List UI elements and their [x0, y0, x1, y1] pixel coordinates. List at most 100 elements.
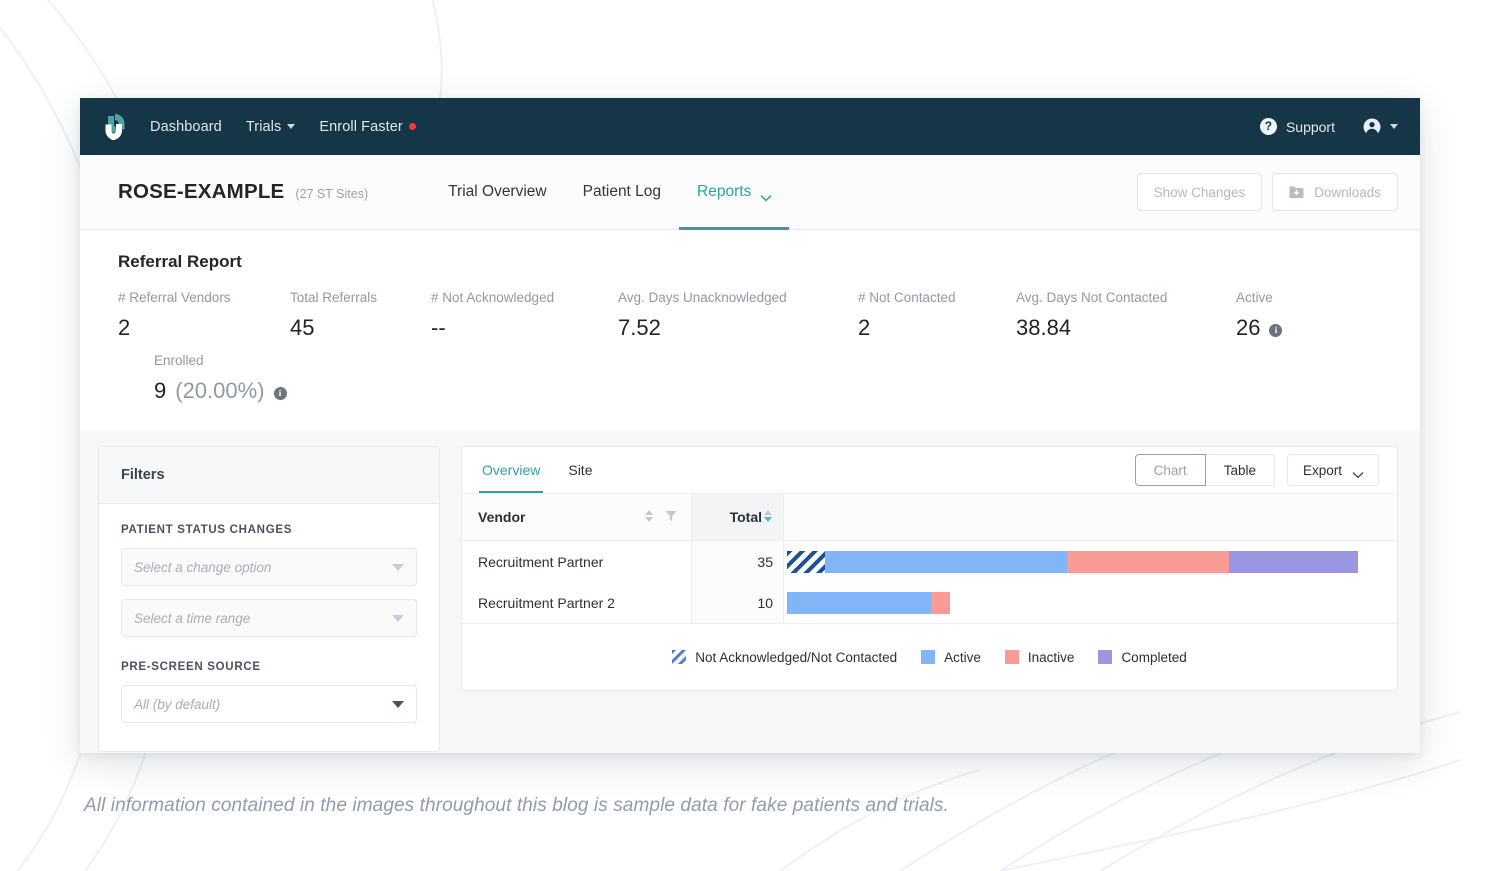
page-caption: All information contained in the images … [84, 795, 949, 816]
table-row[interactable]: Recruitment Partner 2 10 [462, 582, 1397, 623]
filters-panel: Filters PATIENT STATUS CHANGES Select a … [98, 446, 440, 752]
metrics-summary-section: Referral Report # Referral Vendors 2 Tot… [80, 230, 1420, 430]
metric-not-acknowledged-label: # Not Acknowledged [431, 290, 555, 305]
tab-trial-overview-label: Trial Overview [448, 183, 547, 200]
info-icon[interactable]: i [273, 386, 287, 400]
nav-link-dashboard[interactable]: Dashboard [150, 119, 222, 135]
chevron-down-icon [392, 700, 404, 708]
metric-enrolled-value: 9 [154, 378, 167, 403]
bar-segment-active[interactable] [787, 591, 931, 614]
company-logo-icon[interactable] [98, 110, 132, 144]
view-toggle-group: Chart Table [1134, 454, 1275, 486]
metric-active-label: Active [1236, 290, 1273, 305]
filter-funnel-icon[interactable] [665, 509, 677, 525]
tab-overview[interactable]: Overview [479, 447, 544, 493]
legend-swatch-hatched-icon [672, 650, 687, 664]
legend-label-active: Active [944, 649, 981, 665]
tab-patient-log-label: Patient Log [582, 183, 662, 200]
tab-trial-overview[interactable]: Trial Overview [430, 155, 564, 230]
download-icon [1289, 185, 1304, 199]
nav-link-trials[interactable]: Trials [246, 119, 296, 135]
help-question-icon: ? [1259, 118, 1277, 135]
filters-panel-body: PATIENT STATUS CHANGES Select a change o… [99, 504, 439, 753]
change-option-select[interactable]: Select a change option [121, 548, 417, 586]
view-toggle-chart[interactable]: Chart [1134, 454, 1206, 486]
filters-panel-title: Filters [99, 447, 439, 504]
pre-screen-source-select[interactable]: All (by default) [121, 685, 417, 723]
tab-overview-label: Overview [482, 462, 541, 478]
chart-legend: Not Acknowledged/Not Contacted Active In… [462, 623, 1397, 690]
bar-segment-inactive[interactable] [1067, 550, 1229, 573]
trial-sub-header: ROSE-EXAMPLE (27 ST Sites) Trial Overvie… [80, 155, 1420, 230]
bar-segment-not-acknowledged[interactable] [787, 550, 825, 573]
table-row[interactable]: Recruitment Partner 35 [462, 541, 1397, 582]
section-tabs: Trial Overview Patient Log Reports [430, 155, 790, 230]
metric-total-referrals: Total Referrals 45 [290, 290, 431, 341]
nav-link-enroll-faster-label: Enroll Faster [319, 118, 403, 135]
info-icon[interactable]: i [1269, 323, 1283, 337]
nav-link-enroll-faster[interactable]: Enroll Faster [319, 119, 416, 135]
tab-patient-log[interactable]: Patient Log [565, 155, 679, 230]
cell-total-value: 35 [692, 541, 784, 582]
metric-active: Active 26 i [1236, 290, 1356, 341]
legend-item-completed[interactable]: Completed [1098, 649, 1187, 665]
export-chevron-down-icon [1352, 467, 1364, 478]
metric-referral-vendors-label: # Referral Vendors [118, 290, 231, 305]
metric-referral-vendors-value: 2 [118, 315, 131, 340]
metric-referral-vendors: # Referral Vendors 2 [118, 290, 290, 341]
view-toggle-chart-label: Chart [1153, 462, 1187, 478]
column-header-vendor-label: Vendor [478, 509, 526, 525]
bar-segment-active[interactable] [825, 550, 1067, 573]
column-header-total[interactable]: Total [692, 494, 784, 540]
show-changes-button[interactable]: Show Changes [1136, 173, 1263, 211]
time-range-select[interactable]: Select a time range [121, 599, 417, 637]
downloads-button[interactable]: Downloads [1272, 173, 1398, 211]
legend-item-not-acknowledged[interactable]: Not Acknowledged/Not Contacted [672, 650, 897, 665]
chart-toolbar-right: Chart Table Export [1134, 447, 1379, 493]
metric-total-referrals-value: 45 [290, 315, 315, 340]
support-button[interactable]: ? Support [1259, 118, 1335, 135]
metric-enrolled: Enrolled 9 (20.00%) i [154, 353, 287, 404]
bar-segment-completed[interactable] [1229, 550, 1358, 573]
metric-avg-days-unacknowledged-label: Avg. Days Unacknowledged [618, 290, 787, 305]
vendor-header-icons [644, 509, 677, 526]
legend-swatch-active-icon [921, 650, 936, 664]
cell-vendor-name: Recruitment Partner 2 [462, 582, 692, 623]
legend-label-inactive: Inactive [1027, 649, 1075, 665]
legend-label-completed: Completed [1121, 649, 1187, 665]
export-button[interactable]: Export [1286, 454, 1379, 486]
time-range-select-value: Select a time range [134, 610, 251, 626]
account-menu-button[interactable] [1363, 118, 1398, 136]
nav-link-dashboard-label: Dashboard [150, 118, 222, 135]
bar-segment-inactive[interactable] [931, 591, 950, 614]
metric-active-value-wrap: 26 i [1236, 315, 1356, 341]
cell-stacked-bar [784, 541, 1397, 582]
sort-icon[interactable] [644, 509, 654, 526]
chart-table-header: Vendor Total [462, 494, 1397, 541]
top-navigation-bar: Dashboard Trials Enroll Faster ? Support [80, 98, 1420, 155]
legend-item-inactive[interactable]: Inactive [1004, 649, 1075, 665]
view-toggle-table-label: Table [1223, 462, 1256, 478]
export-label: Export [1302, 462, 1342, 478]
lower-content-area: Filters PATIENT STATUS CHANGES Select a … [80, 430, 1420, 753]
change-option-select-value: Select a change option [134, 559, 272, 575]
column-header-chart-area [784, 494, 1397, 540]
stacked-bar [787, 591, 950, 614]
top-nav-right-actions: ? Support [1259, 118, 1420, 136]
tab-reports[interactable]: Reports [679, 155, 790, 230]
view-toggle-table[interactable]: Table [1205, 454, 1275, 486]
column-header-vendor[interactable]: Vendor [462, 494, 692, 540]
chevron-down-icon [392, 614, 404, 622]
chevron-down-icon [392, 563, 404, 571]
legend-item-active[interactable]: Active [921, 650, 981, 665]
chevron-down-icon [287, 124, 296, 129]
metric-enrolled-label: Enrolled [154, 353, 204, 368]
metric-not-contacted: # Not Contacted 2 [858, 290, 1016, 341]
app-window: Dashboard Trials Enroll Faster ? Support [80, 98, 1420, 753]
account-chevron-down-icon [1390, 124, 1398, 129]
sort-icon[interactable] [763, 509, 773, 526]
column-header-total-label: Total [729, 509, 762, 525]
tab-site-label: Site [568, 462, 593, 478]
account-avatar-icon [1363, 118, 1381, 136]
tab-site[interactable]: Site [565, 447, 595, 493]
